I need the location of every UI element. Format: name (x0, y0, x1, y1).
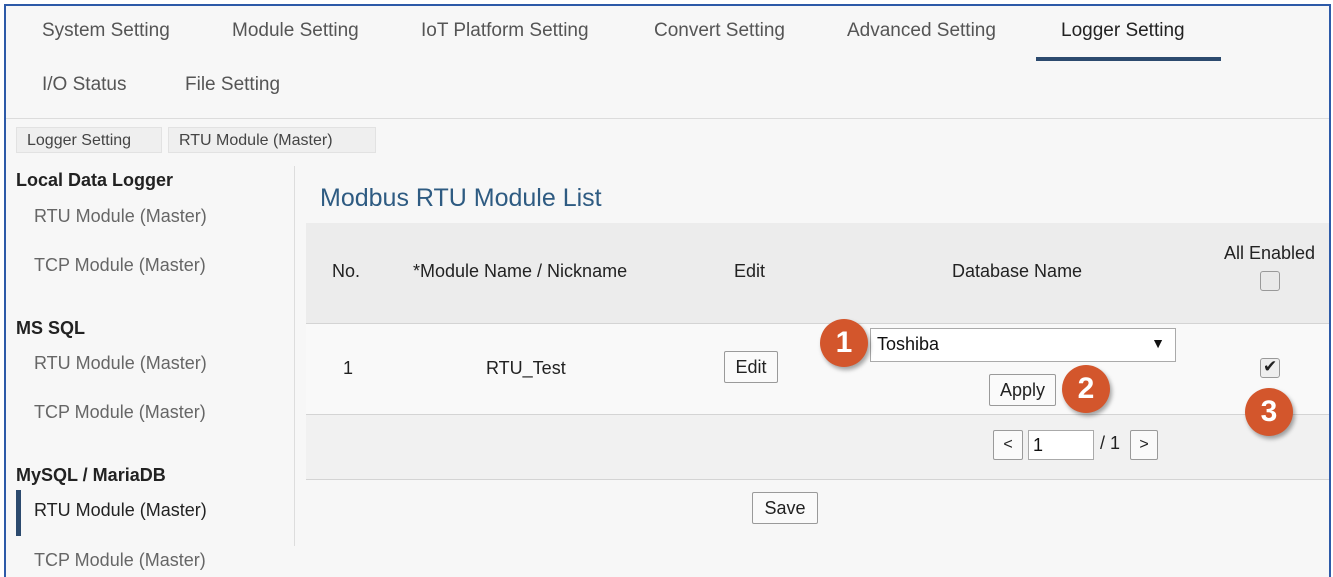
page-number-input[interactable]: 1 (1028, 430, 1094, 460)
row-module-name: RTU_Test (486, 358, 566, 378)
app-frame: System Setting Module Setting IoT Platfo… (4, 4, 1331, 577)
active-tab-indicator (1036, 57, 1221, 61)
table-header: No. *Module Name / Nickname Edit Databas… (306, 223, 1329, 324)
page-title: Modbus RTU Module List (320, 184, 602, 212)
column-header-edit: Edit (734, 261, 766, 281)
column-header-no: No. (332, 261, 361, 281)
tab-logger-setting[interactable]: Logger Setting (1061, 20, 1185, 42)
breadcrumb-item-logger-setting[interactable]: Logger Setting (16, 127, 162, 153)
prev-page-button[interactable]: < (993, 430, 1023, 460)
sidebar: Local Data Logger RTU Module (Master) TC… (6, 166, 295, 570)
pagination-row (306, 415, 1329, 480)
sidebar-group-mysql-mariadb: MySQL / MariaDB (16, 465, 166, 485)
dropdown-arrow-icon: ▼ (1151, 335, 1165, 351)
column-header-all-enabled: All Enabled (1224, 243, 1316, 263)
top-tab-bar: System Setting Module Setting IoT Platfo… (6, 6, 1329, 119)
save-button[interactable]: Save (752, 492, 818, 524)
next-page-button[interactable]: > (1130, 430, 1158, 460)
tab-advanced-setting[interactable]: Advanced Setting (847, 20, 996, 42)
row-enabled-checkbox[interactable]: ✔ (1260, 357, 1280, 378)
checkmark-icon: ✔ (1263, 357, 1278, 376)
callout-3: 3 (1245, 388, 1293, 436)
row-number: 1 (343, 358, 354, 378)
tab-system-setting[interactable]: System Setting (42, 20, 170, 42)
column-header-database-name: Database Name (952, 261, 1083, 281)
sidebar-item-mysql-tcp[interactable]: TCP Module (Master) (34, 550, 206, 571)
sidebar-item-mysql-rtu[interactable]: RTU Module (Master) (34, 500, 207, 521)
tab-module-setting[interactable]: Module Setting (232, 20, 359, 42)
sidebar-item-mssql-tcp[interactable]: TCP Module (Master) (34, 402, 206, 423)
column-header-module-name: *Module Name / Nickname (413, 261, 628, 281)
tab-file-setting[interactable]: File Setting (185, 74, 280, 96)
tab-io-status[interactable]: I/O Status (42, 74, 126, 96)
apply-button[interactable]: Apply (989, 374, 1056, 406)
sidebar-active-marker (16, 490, 21, 536)
tab-convert-setting[interactable]: Convert Setting (654, 20, 785, 42)
callout-1: 1 (820, 319, 868, 367)
sidebar-group-local-data-logger: Local Data Logger (16, 170, 174, 190)
sidebar-item-local-tcp[interactable]: TCP Module (Master) (34, 255, 206, 276)
edit-button[interactable]: Edit (724, 351, 778, 383)
all-enabled-checkbox[interactable] (1260, 271, 1280, 291)
sidebar-item-local-rtu[interactable]: RTU Module (Master) (34, 206, 207, 227)
page-total: / 1 (1100, 433, 1121, 453)
sidebar-item-mssql-rtu[interactable]: RTU Module (Master) (34, 353, 207, 374)
database-name-value: Toshiba (877, 334, 940, 354)
breadcrumb-item-rtu-module[interactable]: RTU Module (Master) (168, 127, 376, 153)
tab-iot-platform-setting[interactable]: IoT Platform Setting (421, 20, 589, 42)
sidebar-group-ms-sql: MS SQL (16, 318, 86, 338)
callout-2: 2 (1062, 365, 1110, 413)
database-name-select[interactable]: Toshiba ▼ (870, 328, 1176, 362)
